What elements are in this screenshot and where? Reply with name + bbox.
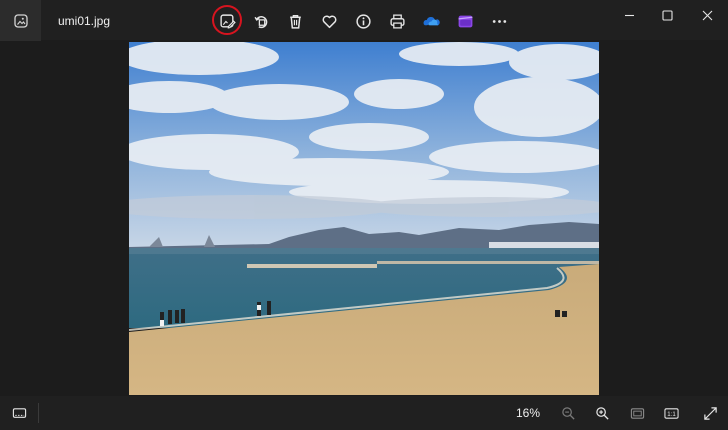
- edit-image-button[interactable]: [210, 5, 244, 37]
- filmstrip-icon: [12, 407, 26, 418]
- rotate-button[interactable]: [244, 5, 278, 37]
- photos-app-icon[interactable]: [0, 0, 41, 41]
- minimize-button[interactable]: [608, 0, 650, 30]
- printer-icon: [389, 13, 405, 29]
- info-icon: [355, 13, 371, 29]
- clipchamp-button[interactable]: [448, 5, 482, 37]
- favorite-button[interactable]: [312, 5, 346, 37]
- fullscreen-button[interactable]: [695, 401, 725, 425]
- more-options-button[interactable]: [482, 5, 516, 37]
- toolbar: [210, 5, 516, 37]
- image-viewer[interactable]: [0, 41, 728, 396]
- onedrive-button[interactable]: [414, 5, 448, 37]
- onedrive-icon: [423, 16, 440, 27]
- actual-size-button[interactable]: 1:1: [656, 401, 686, 425]
- divider: [38, 403, 39, 423]
- minimize-icon: [624, 14, 634, 16]
- more-icon: [492, 19, 506, 23]
- highlight-ring: [212, 5, 242, 35]
- close-button[interactable]: [686, 0, 728, 30]
- zoom-in-icon: [595, 406, 609, 420]
- rotate-icon: [253, 15, 267, 28]
- clipchamp-icon: [458, 15, 472, 27]
- delete-button[interactable]: [278, 5, 312, 37]
- close-icon: [702, 10, 712, 20]
- fit-to-window-icon: [630, 407, 644, 419]
- trash-icon: [289, 14, 301, 29]
- zoom-in-button[interactable]: [587, 401, 617, 425]
- filmstrip-button[interactable]: [4, 401, 34, 425]
- zoom-out-icon: [561, 406, 575, 420]
- fit-to-window-button[interactable]: [622, 401, 652, 425]
- photo-app-icon: [13, 13, 28, 28]
- print-button[interactable]: [380, 5, 414, 37]
- file-info-button[interactable]: [346, 5, 380, 37]
- bottom-bar: 16% 1:1: [0, 396, 728, 430]
- file-name: umi01.jpg: [58, 14, 111, 28]
- actual-size-label: 1:1: [667, 410, 676, 417]
- photo[interactable]: [129, 42, 599, 395]
- heart-icon: [322, 14, 336, 28]
- zoom-level[interactable]: 16%: [516, 406, 540, 420]
- fullscreen-icon: [703, 406, 717, 420]
- maximize-button[interactable]: [646, 0, 688, 30]
- beach-photo: [129, 42, 599, 395]
- title-bar: umi01.jpg: [0, 0, 728, 41]
- maximize-icon: [661, 9, 673, 21]
- zoom-out-button[interactable]: [553, 401, 583, 425]
- actual-size-icon: 1:1: [663, 407, 679, 419]
